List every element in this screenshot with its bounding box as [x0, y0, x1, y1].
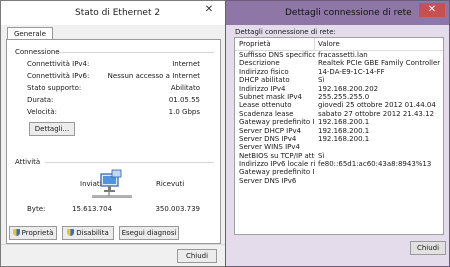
details-window-title: Dettagli connessione di rete — [285, 8, 412, 18]
activity-heading: Attività — [15, 158, 41, 166]
row-property: Lease ottenuto — [239, 101, 292, 110]
row-value: 192.168.200.1 — [318, 118, 370, 127]
status-close-icon[interactable]: ✕ — [196, 3, 222, 17]
network-activity-icon — [92, 169, 132, 198]
bytes-sent-value: 15.613.704 — [72, 205, 113, 213]
bytes-received-value: 350.003.739 — [155, 205, 200, 213]
shield-icon — [67, 229, 75, 236]
table-row[interactable]: DHCP abilitato Sì — [235, 76, 443, 84]
activity-divider — [45, 162, 214, 163]
row-value: fe80::65d1:ac60:43a8:8943%13 — [318, 160, 432, 169]
row-property: Subnet mask IPv4 — [239, 92, 302, 101]
details-rows: Suffisso DNS specifico d...fracassetti.l… — [235, 51, 443, 185]
row-property: Descrizione — [239, 59, 280, 68]
table-row[interactable]: NetBIOS su TCP/IP atti... Sì — [235, 152, 443, 160]
table-row[interactable]: Indirizzo IPv6 locale risp...fe80::65d1:… — [235, 160, 443, 168]
table-row[interactable]: Suffisso DNS specifico d...fracassetti.l… — [235, 51, 443, 59]
row-property: NetBIOS su TCP/IP atti... — [239, 151, 315, 160]
row-property: Server WINS IPv4 — [239, 143, 300, 152]
table-row[interactable]: Server DNS IPv4 192.168.200.1 — [235, 135, 443, 143]
row-value: 255.255.255.0 — [318, 92, 370, 101]
network-details-window: Dettagli connessione di rete ✕ Dettagli … — [225, 0, 450, 267]
row-property: Gateway predefinito IPv6 — [239, 168, 315, 177]
details-table-header: Proprietà Valore — [235, 38, 443, 51]
row-property: Indirizzo IPv4 — [239, 84, 286, 93]
status-button-bar: Chiudi — [1, 244, 226, 266]
row-value: 192.168.200.202 — [318, 84, 379, 93]
details-button[interactable]: Dettagli... — [29, 122, 75, 136]
ipv6-connectivity-label: Connettività IPv6: — [27, 72, 90, 80]
ipv4-connectivity-label: Connettività IPv4: — [27, 60, 90, 68]
disable-button[interactable]: Disabilita — [62, 226, 114, 240]
connection-heading: Connessione — [15, 48, 60, 56]
table-row[interactable]: Scadenza lease sabato 27 ottobre 2012 21.… — [235, 110, 443, 118]
details-table[interactable]: Proprietà Valore Suffisso DNS specifico … — [234, 37, 444, 235]
row-property: Server DNS IPv4 — [239, 134, 297, 143]
column-value[interactable]: Valore — [318, 40, 340, 48]
received-label: Ricevuti — [156, 180, 185, 188]
column-divider[interactable] — [314, 38, 315, 51]
row-value: 14-DA-E9-1C-14-FF — [318, 67, 385, 76]
disable-button-label: Disabilita — [76, 229, 109, 237]
row-value: 192.168.200.1 — [318, 134, 370, 143]
row-property: Suffisso DNS specifico d... — [239, 51, 315, 59]
details-close-button[interactable]: Chiudi — [410, 241, 446, 255]
ethernet-status-window: Stato di Ethernet 2 ✕ Generale Connessio… — [0, 0, 227, 267]
details-header: Dettagli connessione di rete: — [235, 28, 336, 36]
speed-label: Velocità: — [27, 108, 57, 116]
table-row[interactable]: Gateway predefinito IPv6 — [235, 168, 443, 176]
row-value: sabato 27 ottobre 2012 21.43.12 — [318, 109, 435, 118]
row-property: Scadenza lease — [239, 109, 294, 118]
table-row[interactable]: Subnet mask IPv4 255.255.255.0 — [235, 93, 443, 101]
media-state-value: Abilitato — [170, 84, 200, 92]
properties-button[interactable]: Proprietà — [9, 226, 57, 240]
duration-label: Durata: — [27, 96, 54, 104]
duration-value: 01.05.55 — [168, 96, 200, 104]
shield-icon — [12, 229, 20, 236]
table-row[interactable]: Gateway predefinito IPv4192.168.200.1 — [235, 118, 443, 126]
status-window-title: Stato di Ethernet 2 — [75, 8, 161, 18]
row-property: Indirizzo fisico — [239, 67, 289, 76]
row-property: Server DNS IPv6 — [239, 176, 297, 185]
connection-divider — [57, 52, 214, 53]
table-row[interactable]: Lease ottenuto giovedì 25 ottobre 2012 01… — [235, 101, 443, 109]
row-property: Server DHCP IPv4 — [239, 126, 302, 135]
row-value: Sì — [318, 76, 325, 85]
status-close-button[interactable]: Chiudi — [177, 249, 217, 263]
properties-button-label: Proprietà — [21, 229, 54, 237]
column-property[interactable]: Proprietà — [239, 40, 271, 48]
ipv6-connectivity-value: Nessun accesso a Internet — [107, 72, 200, 80]
row-value: Sì — [318, 151, 325, 160]
table-row[interactable]: Indirizzo fisico 14-DA-E9-1C-14-FF — [235, 68, 443, 76]
bytes-label: Byte: — [27, 205, 46, 213]
table-row[interactable]: Server WINS IPv4 — [235, 143, 443, 151]
media-state-label: Stato supporto: — [27, 84, 82, 92]
table-row[interactable]: Descrizione Realtek PCIe GBE Family Contr… — [235, 59, 443, 67]
general-tab-panel: Connessione Connettività IPv4: Internet … — [6, 39, 221, 244]
details-title-bar[interactable]: Dettagli connessione di rete ✕ — [226, 1, 449, 25]
row-property: DHCP abilitato — [239, 76, 290, 85]
row-property: Gateway predefinito IPv4 — [239, 118, 315, 127]
table-row[interactable]: Indirizzo IPv4 192.168.200.202 — [235, 85, 443, 93]
status-title-bar[interactable]: Stato di Ethernet 2 ✕ — [1, 1, 226, 25]
row-value: fracassetti.lan — [318, 51, 368, 59]
table-row[interactable]: Server DNS IPv6 — [235, 177, 443, 185]
row-value: 192.168.200.1 — [318, 126, 370, 135]
details-close-icon[interactable]: ✕ — [419, 3, 445, 17]
ipv4-connectivity-value: Internet — [172, 60, 200, 68]
row-value: giovedì 25 ottobre 2012 01.44.04 — [318, 101, 436, 110]
row-property: Indirizzo IPv6 locale risp... — [239, 160, 315, 169]
table-row[interactable]: Server DHCP IPv4 192.168.200.1 — [235, 127, 443, 135]
row-value: Realtek PCIe GBE Family Controller — [318, 59, 441, 68]
diagnose-button[interactable]: Esegui diagnosi — [119, 226, 179, 240]
speed-value: 1.0 Gbps — [168, 108, 200, 116]
